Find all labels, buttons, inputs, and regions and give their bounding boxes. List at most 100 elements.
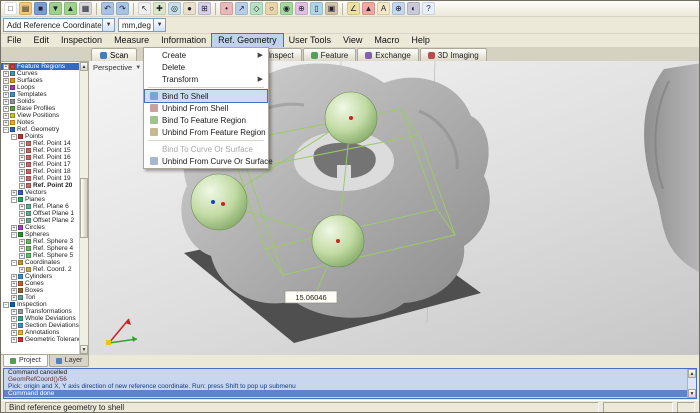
ref-point-icon[interactable]: •: [220, 2, 233, 15]
tree-item-curves[interactable]: +Curves: [1, 70, 79, 77]
tree-item-coordinates[interactable]: −Coordinates: [1, 259, 79, 266]
menu-information[interactable]: Information: [155, 34, 212, 47]
tree-item-offset-plane-2[interactable]: +Offset Plane 2: [1, 217, 79, 224]
tree-expander-icon[interactable]: +: [19, 162, 25, 168]
tree-expander-icon[interactable]: +: [3, 106, 9, 112]
tree-item-base-profiles[interactable]: +Base Profiles: [1, 105, 79, 112]
scroll-down-icon[interactable]: ▼: [80, 345, 88, 354]
ref-coordinate-icon[interactable]: ⊕: [295, 2, 308, 15]
chevron-down-icon[interactable]: ▼: [102, 19, 114, 31]
tree-expander-icon[interactable]: +: [19, 246, 25, 252]
tree-expander-icon[interactable]: +: [3, 85, 9, 91]
ref-sphere-icon[interactable]: ◉: [280, 2, 293, 15]
bottom-tab-project[interactable]: Project: [3, 355, 48, 367]
camera-icon[interactable]: ◐: [407, 2, 420, 15]
tree-expander-icon[interactable]: +: [3, 113, 9, 119]
tree-expander-icon[interactable]: +: [3, 64, 9, 70]
console-scrollbar[interactable]: ▲ ▼: [687, 369, 696, 398]
scroll-up-icon[interactable]: ▲: [80, 62, 88, 71]
ref-box-icon[interactable]: ▣: [325, 2, 338, 15]
tree-item-points[interactable]: −Points: [1, 133, 79, 140]
tree-expander-icon[interactable]: +: [3, 120, 9, 126]
tree-expander-icon[interactable]: +: [11, 330, 17, 336]
tree-item-notes[interactable]: +Notes: [1, 119, 79, 126]
command-console[interactable]: Command cancelledGeomRefCoord()/56Pick: …: [3, 368, 697, 399]
bottom-tab-layer[interactable]: Layer: [49, 355, 90, 367]
tree-item-ref-sphere-4[interactable]: +Ref. Sphere 4: [1, 245, 79, 252]
menu-measure[interactable]: Measure: [108, 34, 155, 47]
tree-expander-icon[interactable]: +: [19, 267, 25, 273]
tree-item-ref-point-17[interactable]: +Ref. Point 17: [1, 161, 79, 168]
tree-item-ref-geometry[interactable]: −Ref. Geometry: [1, 126, 79, 133]
zoom-icon[interactable]: ●: [183, 2, 196, 15]
tree-item-boxes[interactable]: +Boxes: [1, 287, 79, 294]
tree-item-templates[interactable]: +Templates: [1, 91, 79, 98]
tree-expander-icon[interactable]: +: [19, 148, 25, 154]
rotate-view-icon[interactable]: ◎: [168, 2, 181, 15]
ref-plane-icon[interactable]: ◇: [250, 2, 263, 15]
menu-help[interactable]: Help: [405, 34, 436, 47]
tree-item-vectors[interactable]: +Vectors: [1, 189, 79, 196]
menu-item-unbind-from-shell[interactable]: Unbind From Shell: [145, 102, 267, 114]
measurement-label[interactable]: 15.06046: [285, 291, 337, 303]
tree-expander-icon[interactable]: −: [3, 127, 9, 133]
tree-expander-icon[interactable]: +: [3, 92, 9, 98]
tree-expander-icon[interactable]: +: [11, 323, 17, 329]
undo-icon[interactable]: ↶: [101, 2, 114, 15]
view-mode-selector[interactable]: Perspective ▼: [93, 63, 141, 72]
tree-item-ref-point-16[interactable]: +Ref. Point 16: [1, 154, 79, 161]
tree-item-geometric-tolerance[interactable]: +Geometric Tolerance: [1, 336, 79, 343]
export-icon[interactable]: ▲: [64, 2, 77, 15]
tree-expander-icon[interactable]: +: [11, 190, 17, 196]
tree-item-ref-sphere-3[interactable]: +Ref. Sphere 3: [1, 238, 79, 245]
menu-edit[interactable]: Edit: [28, 34, 56, 47]
redo-icon[interactable]: ↷: [116, 2, 129, 15]
tab-feature[interactable]: Feature: [303, 48, 357, 61]
tree-item-cones[interactable]: +Cones: [1, 280, 79, 287]
tree-expander-icon[interactable]: +: [19, 211, 25, 217]
deviation-icon[interactable]: ▲: [362, 2, 375, 15]
ref-vector-icon[interactable]: ↗: [235, 2, 248, 15]
chevron-down-icon[interactable]: ▼: [153, 19, 165, 31]
tree-item-circles[interactable]: +Circles: [1, 224, 79, 231]
menu-item-transform[interactable]: Transform▶: [145, 73, 267, 85]
tolerance-icon[interactable]: ⊕: [392, 2, 405, 15]
tree-item-ref-point-14[interactable]: +Ref. Point 14: [1, 140, 79, 147]
tree-item-annotations[interactable]: +Annotations: [1, 329, 79, 336]
tab-scan[interactable]: Scan: [91, 48, 137, 61]
tree-expander-icon[interactable]: +: [19, 218, 25, 224]
menu-item-unbind-from-curve-or-surface[interactable]: Unbind From Curve Or Surface: [145, 155, 267, 167]
tree-expander-icon[interactable]: +: [11, 288, 17, 294]
tree-item-tori[interactable]: +Tori: [1, 294, 79, 301]
tree-expander-icon[interactable]: +: [11, 295, 17, 301]
tree-item-surfaces[interactable]: +Surfaces: [1, 77, 79, 84]
scroll-down-icon[interactable]: ▼: [688, 389, 696, 398]
tree-expander-icon[interactable]: +: [19, 169, 25, 175]
tree-expander-icon[interactable]: +: [19, 183, 25, 189]
menu-inspection[interactable]: Inspection: [55, 34, 108, 47]
tree-item-ref-point-20[interactable]: +Ref. Point 20: [1, 182, 79, 189]
measure-angle-icon[interactable]: ∠: [347, 2, 360, 15]
menu-item-bind-to-feature-region[interactable]: Bind To Feature Region: [145, 114, 267, 126]
tree-expander-icon[interactable]: +: [11, 281, 17, 287]
pan-icon[interactable]: ✚: [153, 2, 166, 15]
tree-item-feature-regions[interactable]: +Feature Regions: [1, 63, 79, 70]
tree-item-spheres[interactable]: −Spheres: [1, 231, 79, 238]
tree-expander-icon[interactable]: −: [11, 260, 17, 266]
tree-item-solids[interactable]: +Solids: [1, 98, 79, 105]
tree-expander-icon[interactable]: +: [19, 141, 25, 147]
new-document-icon[interactable]: □: [4, 2, 17, 15]
menu-macro[interactable]: Macro: [368, 34, 405, 47]
tree-item-inspection[interactable]: −Inspection: [1, 301, 79, 308]
tree-expander-icon[interactable]: −: [11, 197, 17, 203]
menu-item-bind-to-shell[interactable]: Bind To Shell: [145, 90, 267, 102]
menu-user-tools[interactable]: User Tools: [283, 34, 337, 47]
tree-scrollbar[interactable]: ▲ ▼: [79, 62, 88, 354]
menu-file[interactable]: File: [1, 34, 28, 47]
tree-item-planes[interactable]: −Planes: [1, 196, 79, 203]
tree-item-ref-point-18[interactable]: +Ref. Point 18: [1, 168, 79, 175]
tree-expander-icon[interactable]: +: [19, 176, 25, 182]
open-folder-icon[interactable]: ▤: [19, 2, 32, 15]
scrollbar-thumb[interactable]: [80, 178, 88, 238]
scroll-up-icon[interactable]: ▲: [688, 369, 696, 378]
